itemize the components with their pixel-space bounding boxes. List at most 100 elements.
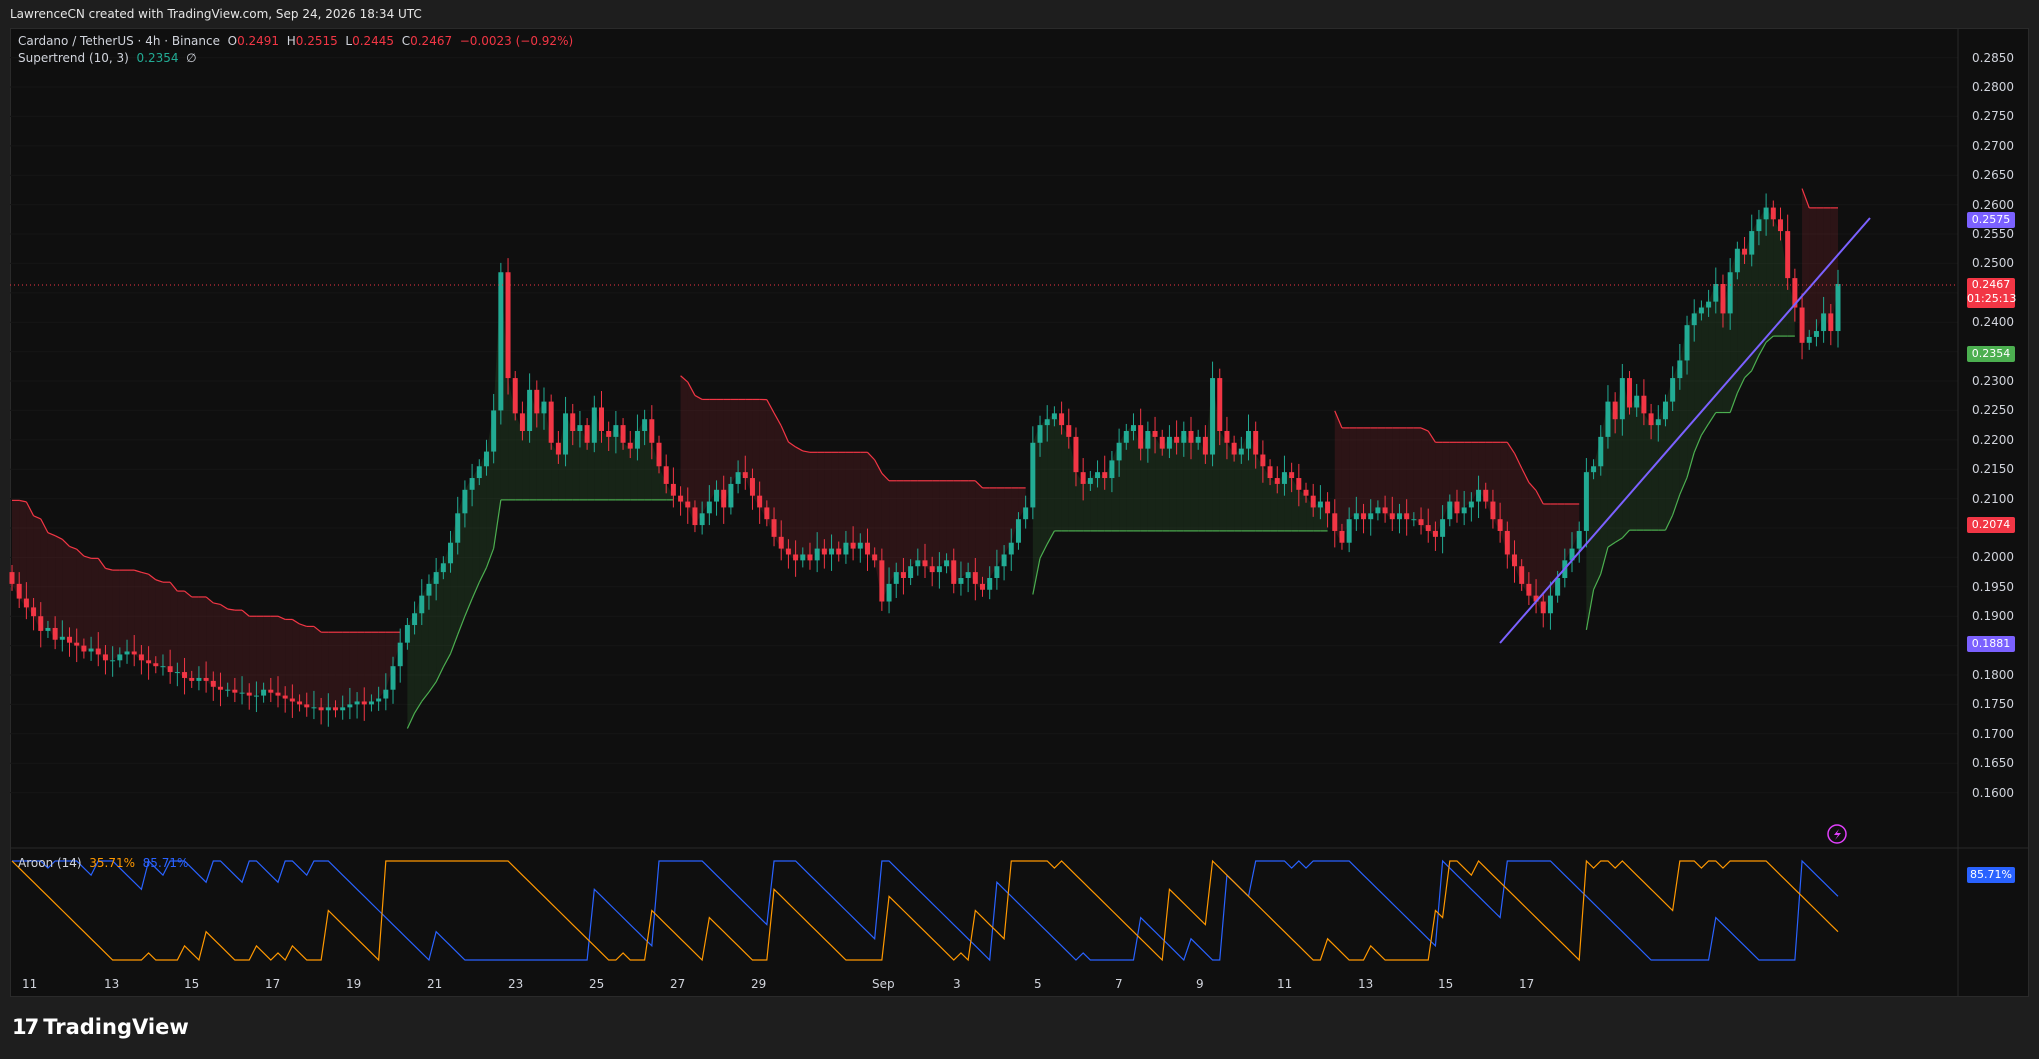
candle-body (1087, 478, 1093, 484)
supertrend-fill-segment (1399, 427, 1407, 520)
candle-body (721, 489, 727, 508)
candle-body (333, 707, 339, 711)
supertrend-fill-segment (1169, 436, 1177, 531)
candle-body (1447, 501, 1453, 520)
candle-body (1332, 513, 1338, 531)
time-tick: 17 (1519, 977, 1535, 991)
candle-body (483, 451, 489, 467)
candle-body (656, 442, 662, 467)
supertrend-name[interactable]: Supertrend (10, 3) (18, 51, 129, 65)
candle-body (419, 595, 425, 614)
candle-body (886, 583, 892, 602)
candle-body (1389, 513, 1395, 520)
candle-body (1591, 466, 1597, 473)
candle-body (548, 401, 554, 443)
candle-body (1641, 395, 1647, 414)
supertrend-fill-segment (853, 452, 861, 549)
supertrend-fill-segment (321, 632, 329, 711)
aroon-up-line (11, 859, 1839, 962)
candle-body (67, 636, 73, 643)
candle-body (1037, 425, 1043, 443)
candle-body (1691, 313, 1697, 326)
supertrend-fill-segment (1349, 427, 1357, 520)
candle-body (117, 654, 123, 661)
candle-body (469, 478, 475, 490)
supertrend-fill-segment (1155, 436, 1163, 531)
candle-body (1145, 431, 1151, 449)
supertrend-fill-segment (313, 626, 322, 711)
supertrend-fill-segment (342, 632, 350, 708)
candle-body (182, 672, 188, 678)
candle-body (1210, 378, 1216, 455)
candle-body (1835, 284, 1841, 332)
candle-body (742, 472, 748, 479)
candle-body (1281, 472, 1287, 484)
candle-body (74, 642, 80, 646)
candle-body (1253, 431, 1259, 455)
supertrend-fill-segment (47, 532, 56, 640)
candle-body (1749, 231, 1755, 255)
candle-body (821, 548, 827, 555)
candle-body (1706, 301, 1712, 308)
candle-body (289, 698, 295, 702)
candle-body (81, 645, 87, 652)
supertrend-fill-segment (134, 570, 142, 661)
trendline[interactable] (1499, 217, 1871, 644)
candle-body (728, 483, 734, 508)
candle-body (1152, 431, 1158, 437)
candle-body (1066, 425, 1072, 437)
candle-body (958, 577, 964, 584)
candle-body (1777, 219, 1783, 232)
price-tick: 0.1650 (1972, 756, 2014, 771)
candle-body (455, 513, 461, 543)
aroon-name[interactable]: Aroon (14) (18, 856, 82, 870)
candle-body (1346, 519, 1352, 543)
supertrend-fill-segment (40, 518, 48, 631)
candle-body (1756, 219, 1762, 232)
candle-body (261, 689, 267, 696)
candle-body (210, 680, 216, 687)
price-chart[interactable] (0, 0, 2039, 1000)
candle-body (1008, 542, 1014, 555)
candle-body (1497, 519, 1503, 531)
candle-body (347, 704, 353, 708)
red-level-label: 0.2074 (1967, 517, 2015, 533)
candle-body (1583, 472, 1589, 531)
alert-icon[interactable] (1827, 824, 1847, 844)
supertrend-fill-segment (69, 546, 77, 646)
candle-body (900, 572, 906, 578)
candle-body (879, 560, 885, 602)
supertrend-fill-segment (1701, 301, 1709, 436)
candle-body (1504, 530, 1510, 555)
candle-body (994, 566, 1000, 578)
candle-body (1159, 436, 1165, 449)
candle-body (1138, 425, 1144, 449)
supertrend-fill-segment (1428, 431, 1436, 537)
supertrend-fill-segment (335, 632, 343, 711)
candle-body (1339, 530, 1345, 543)
candle-body (980, 583, 986, 590)
candle-body (1655, 419, 1661, 426)
supertrend-fill-segment (601, 431, 609, 500)
candle-body (908, 566, 914, 578)
candle-body (1425, 525, 1431, 531)
candle-body (1476, 489, 1482, 502)
candle-body (1432, 530, 1438, 537)
symbol-name[interactable]: Cardano / TetherUS · 4h · Binance (18, 34, 220, 48)
time-tick: 21 (427, 977, 443, 991)
supertrend-fill-segment (1809, 207, 1817, 337)
candle-body (1015, 519, 1021, 543)
supertrend-fill-segment (1054, 413, 1062, 531)
candle-body (1174, 436, 1180, 443)
candle-body (52, 627, 58, 640)
candle-body (1217, 378, 1223, 431)
candle-body (426, 583, 432, 596)
tradingview-logo[interactable]: 17 TradingView (12, 1015, 189, 1039)
candle-body (678, 495, 684, 502)
supertrend-fill-segment (1356, 427, 1364, 520)
time-tick: 19 (346, 977, 362, 991)
candle-body (922, 560, 928, 567)
candle-body (1483, 489, 1489, 502)
supertrend-fill-segment (1694, 307, 1702, 453)
trendline-bottom-label: 0.1881 (1967, 636, 2015, 652)
